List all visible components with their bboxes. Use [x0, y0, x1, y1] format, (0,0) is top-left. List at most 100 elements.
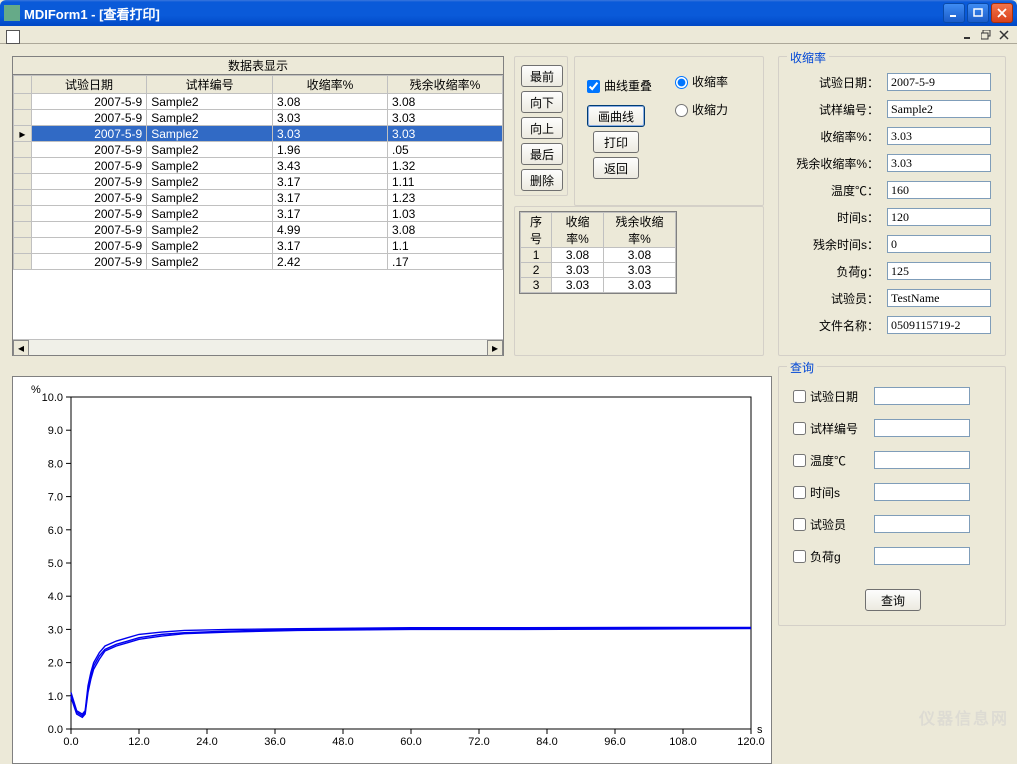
column-header[interactable]: 收缩率% — [273, 76, 388, 94]
query-label: 试样编号 — [810, 420, 874, 437]
row-header[interactable] — [14, 206, 32, 222]
force-radio[interactable] — [675, 104, 688, 117]
draw-curve-button[interactable]: 画曲线 — [587, 105, 645, 127]
column-header[interactable]: 残余收缩率% — [388, 76, 503, 94]
row-header[interactable] — [14, 190, 32, 206]
table-row[interactable]: 2007-5-9Sample23.171.23 — [14, 190, 503, 206]
table-row[interactable]: 2007-5-9Sample22.42.17 — [14, 254, 503, 270]
table-row[interactable]: 2007-5-9Sample21.96.05 — [14, 142, 503, 158]
scroll-right-icon[interactable]: ▸ — [487, 340, 503, 356]
mini-column-header: 序号 — [521, 213, 552, 248]
up-button[interactable]: 向上 — [521, 117, 563, 139]
svg-text:108.0: 108.0 — [669, 736, 697, 748]
detail-input-time[interactable] — [887, 208, 991, 226]
row-header[interactable] — [14, 142, 32, 158]
query-label: 负荷g — [810, 548, 874, 565]
row-header[interactable] — [14, 158, 32, 174]
overlap-label: 曲线重叠 — [604, 79, 652, 93]
query-input-3[interactable] — [874, 483, 970, 501]
detail-row-time: 时间s： — [787, 208, 999, 226]
table-row[interactable]: 2007-5-9Sample23.171.11 — [14, 174, 503, 190]
query-input-0[interactable] — [874, 387, 970, 405]
table-row[interactable]: ▸2007-5-9Sample23.033.03 — [14, 126, 503, 142]
detail-input-rate[interactable] — [887, 127, 991, 145]
table-row[interactable]: 2007-5-9Sample23.431.32 — [14, 158, 503, 174]
table-row[interactable]: 2007-5-9Sample23.033.03 — [14, 110, 503, 126]
query-checkbox-1[interactable] — [793, 422, 806, 435]
column-header[interactable]: 试验日期 — [31, 76, 146, 94]
window-maximize-button[interactable] — [967, 3, 989, 23]
query-checkbox-4[interactable] — [793, 518, 806, 531]
svg-text:4.0: 4.0 — [48, 591, 63, 603]
app-icon — [4, 5, 20, 21]
detail-row-tester: 试验员： — [787, 289, 999, 307]
mini-table: 序号收缩率%残余收缩率%13.083.0823.033.0333.033.03 — [519, 211, 677, 294]
svg-text:84.0: 84.0 — [536, 736, 557, 748]
query-checkbox-3[interactable] — [793, 486, 806, 499]
table-row[interactable]: 2007-5-9Sample23.083.08 — [14, 94, 503, 110]
row-header[interactable] — [14, 222, 32, 238]
query-input-4[interactable] — [874, 515, 970, 533]
row-header[interactable] — [14, 254, 32, 270]
toolbar-tool-icon[interactable] — [6, 30, 20, 44]
mini-table-row[interactable]: 13.083.08 — [521, 248, 676, 263]
query-checkbox-2[interactable] — [793, 454, 806, 467]
rate-radio[interactable] — [675, 76, 688, 89]
table-row[interactable]: 2007-5-9Sample23.171.1 — [14, 238, 503, 254]
scroll-left-icon[interactable]: ◂ — [13, 340, 29, 356]
svg-text:6.0: 6.0 — [48, 525, 63, 537]
table-row[interactable]: 2007-5-9Sample23.171.03 — [14, 206, 503, 222]
query-label: 试验员 — [810, 516, 874, 533]
query-checkbox-5[interactable] — [793, 550, 806, 563]
detail-label: 试样编号： — [787, 101, 879, 118]
row-header[interactable] — [14, 238, 32, 254]
detail-input-tester[interactable] — [887, 289, 991, 307]
horizontal-scrollbar[interactable]: ◂ ▸ — [13, 339, 503, 355]
table-row[interactable]: 2007-5-9Sample24.993.08 — [14, 222, 503, 238]
print-button[interactable]: 打印 — [593, 131, 639, 153]
detail-input-resid[interactable] — [887, 154, 991, 172]
detail-label: 收缩率%： — [787, 128, 879, 145]
mini-table-row[interactable]: 23.033.03 — [521, 263, 676, 278]
detail-label: 试验员： — [787, 290, 879, 307]
detail-input-load[interactable] — [887, 262, 991, 280]
overlap-checkbox[interactable] — [587, 80, 600, 93]
query-input-2[interactable] — [874, 451, 970, 469]
query-input-5[interactable] — [874, 547, 970, 565]
svg-text:120.0: 120.0 — [737, 736, 765, 748]
detail-input-file[interactable] — [887, 316, 991, 334]
svg-text:5.0: 5.0 — [48, 558, 63, 570]
detail-input-residtime[interactable] — [887, 235, 991, 253]
back-button[interactable]: 返回 — [593, 157, 639, 179]
query-row-3: 时间s — [793, 483, 999, 501]
row-header[interactable] — [14, 174, 32, 190]
row-header[interactable] — [14, 110, 32, 126]
detail-row-date: 试验日期： — [787, 73, 999, 91]
detail-input-date[interactable] — [887, 73, 991, 91]
query-button[interactable]: 查询 — [865, 589, 921, 611]
row-header[interactable] — [14, 94, 32, 110]
svg-text:12.0: 12.0 — [128, 736, 149, 748]
query-checkbox-0[interactable] — [793, 390, 806, 403]
detail-label: 残余时间s： — [787, 236, 879, 253]
query-input-1[interactable] — [874, 419, 970, 437]
window-close-button[interactable] — [991, 3, 1013, 23]
query-label: 试验日期 — [810, 388, 874, 405]
window-minimize-button[interactable] — [943, 3, 965, 23]
detail-input-sample[interactable] — [887, 100, 991, 118]
down-button[interactable]: 向下 — [521, 91, 563, 113]
svg-text:1.0: 1.0 — [48, 691, 63, 703]
first-button[interactable]: 最前 — [521, 65, 563, 87]
detail-input-temp[interactable] — [887, 181, 991, 199]
svg-text:s: s — [757, 724, 763, 736]
data-table-caption: 数据表显示 — [13, 57, 503, 75]
svg-text:3.0: 3.0 — [48, 624, 63, 636]
row-header[interactable]: ▸ — [14, 126, 32, 142]
mini-table-row[interactable]: 33.033.03 — [521, 278, 676, 293]
svg-text:9.0: 9.0 — [48, 425, 63, 437]
column-header[interactable]: 试样编号 — [147, 76, 273, 94]
detail-row-sample: 试样编号： — [787, 100, 999, 118]
delete-button[interactable]: 删除 — [521, 169, 563, 191]
last-button[interactable]: 最后 — [521, 143, 563, 165]
detail-row-rate: 收缩率%： — [787, 127, 999, 145]
